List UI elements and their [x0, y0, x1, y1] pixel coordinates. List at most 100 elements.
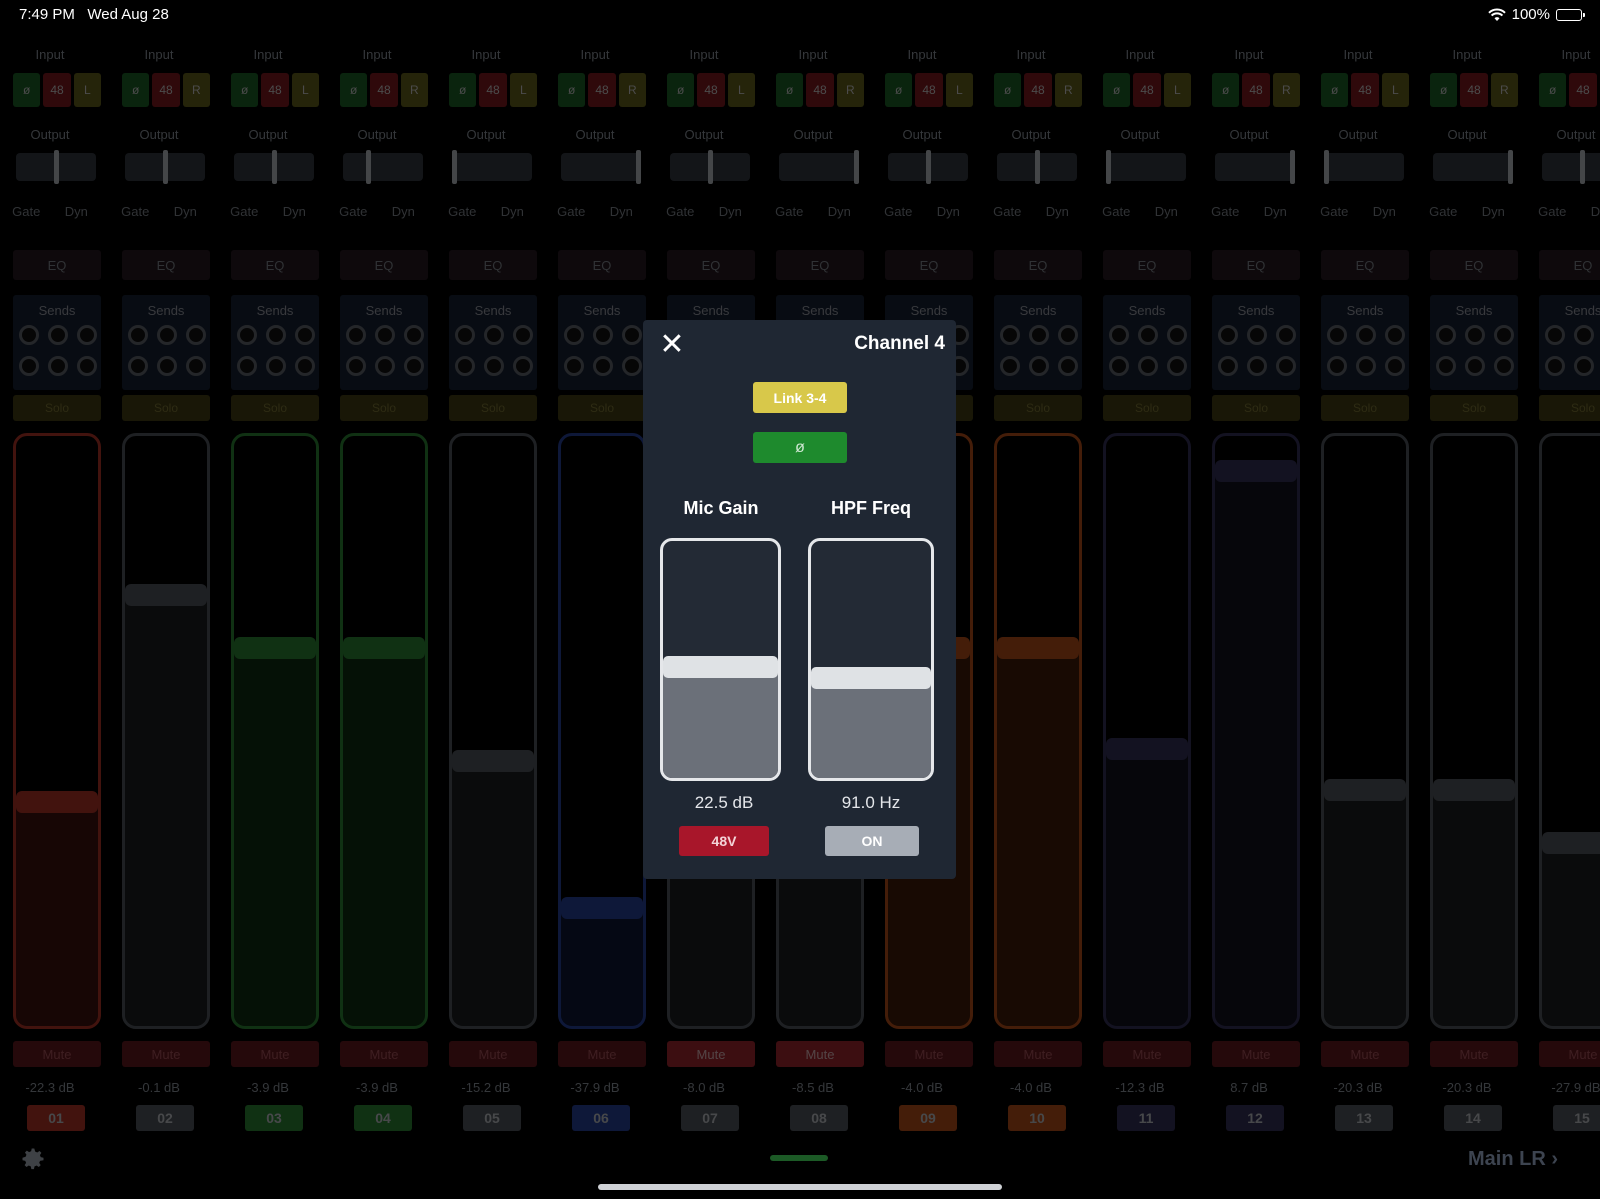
send-knob[interactable] [1327, 325, 1347, 345]
send-knob[interactable] [1167, 325, 1187, 345]
send-knob[interactable] [295, 325, 315, 345]
send-knob[interactable] [455, 325, 475, 345]
dyn-button[interactable]: Dyn [174, 204, 197, 219]
gate-button[interactable]: Gate [1102, 204, 1130, 219]
send-knob[interactable] [266, 325, 286, 345]
link-side-button[interactable]: L [727, 73, 755, 107]
channel-fader[interactable] [558, 433, 646, 1029]
link-side-button[interactable]: R [182, 73, 210, 107]
link-side-button[interactable]: L [1381, 73, 1409, 107]
phantom-button[interactable]: 48 [1460, 73, 1488, 107]
send-knob[interactable] [622, 325, 642, 345]
pan-slider[interactable] [779, 150, 859, 184]
pan-slider[interactable] [1433, 150, 1513, 184]
send-knob[interactable] [1138, 356, 1158, 376]
send-knob[interactable] [1109, 325, 1129, 345]
pan-thumb[interactable] [452, 150, 457, 184]
send-knob[interactable] [1167, 356, 1187, 376]
mic-gain-thumb[interactable] [663, 655, 778, 678]
mute-button[interactable]: Mute [1539, 1041, 1600, 1067]
send-knob[interactable] [19, 325, 39, 345]
send-knob[interactable] [19, 356, 39, 376]
pan-slider[interactable] [561, 150, 641, 184]
send-knob[interactable] [1276, 356, 1296, 376]
send-knob[interactable] [346, 356, 366, 376]
channel-number[interactable]: 09 [899, 1105, 957, 1131]
dyn-button[interactable]: Dyn [937, 204, 960, 219]
phase-button[interactable]: ø [1103, 73, 1131, 107]
fader-thumb[interactable] [561, 897, 643, 919]
pan-thumb[interactable] [636, 150, 641, 184]
eq-button[interactable]: EQ [558, 250, 646, 280]
hpf-freq-fader[interactable] [808, 538, 934, 781]
mute-button[interactable]: Mute [231, 1041, 319, 1067]
send-knob[interactable] [1385, 325, 1405, 345]
send-knob[interactable] [128, 325, 148, 345]
phase-button[interactable]: ø [231, 73, 259, 107]
phantom-button[interactable]: 48 [152, 73, 180, 107]
channel-number[interactable]: 12 [1226, 1105, 1284, 1131]
dyn-button[interactable]: Dyn [65, 204, 88, 219]
dyn-button[interactable]: Dyn [1046, 204, 1069, 219]
mute-button[interactable]: Mute [667, 1041, 755, 1067]
pan-slider[interactable] [1215, 150, 1295, 184]
phase-button[interactable]: ø [122, 73, 150, 107]
pan-thumb[interactable] [1290, 150, 1295, 184]
channel-number[interactable]: 02 [136, 1105, 194, 1131]
phase-button[interactable]: ø [1212, 73, 1240, 107]
send-knob[interactable] [1436, 325, 1456, 345]
send-knob[interactable] [1327, 356, 1347, 376]
eq-button[interactable]: EQ [1212, 250, 1300, 280]
channel-fader[interactable] [1212, 433, 1300, 1029]
solo-button[interactable]: Solo [1430, 395, 1518, 421]
phantom-button[interactable]: 48 [588, 73, 616, 107]
dyn-button[interactable]: Dyn [1591, 204, 1600, 219]
mute-button[interactable]: Mute [1212, 1041, 1300, 1067]
channel-fader[interactable] [340, 433, 428, 1029]
phantom-button[interactable]: 48 [43, 73, 71, 107]
pan-slider[interactable] [1106, 150, 1186, 184]
pan-thumb[interactable] [53, 150, 59, 184]
phase-button[interactable]: ø [885, 73, 913, 107]
channel-fader[interactable] [1103, 433, 1191, 1029]
pan-thumb[interactable] [162, 150, 168, 184]
send-knob[interactable] [77, 356, 97, 376]
send-knob[interactable] [48, 325, 68, 345]
solo-button[interactable]: Solo [231, 395, 319, 421]
phase-button[interactable]: ø [1430, 73, 1458, 107]
eq-button[interactable]: EQ [776, 250, 864, 280]
solo-button[interactable]: Solo [1539, 395, 1600, 421]
send-knob[interactable] [1385, 356, 1405, 376]
dyn-button[interactable]: Dyn [1373, 204, 1396, 219]
solo-button[interactable]: Solo [340, 395, 428, 421]
send-knob[interactable] [346, 325, 366, 345]
eq-button[interactable]: EQ [1103, 250, 1191, 280]
channel-number[interactable]: 08 [790, 1105, 848, 1131]
gate-button[interactable]: Gate [448, 204, 476, 219]
send-knob[interactable] [1029, 356, 1049, 376]
eq-button[interactable]: EQ [994, 250, 1082, 280]
hpf-freq-thumb[interactable] [811, 667, 931, 690]
fader-thumb[interactable] [1433, 779, 1515, 801]
send-knob[interactable] [186, 325, 206, 345]
pan-thumb[interactable] [925, 150, 931, 184]
phantom-button[interactable]: 48 [370, 73, 398, 107]
fader-thumb[interactable] [343, 637, 425, 660]
link-side-button[interactable]: L [73, 73, 101, 107]
send-knob[interactable] [1545, 325, 1565, 345]
send-knob[interactable] [237, 325, 257, 345]
dyn-button[interactable]: Dyn [1482, 204, 1505, 219]
eq-button[interactable]: EQ [122, 250, 210, 280]
mute-button[interactable]: Mute [1430, 1041, 1518, 1067]
channel-number[interactable]: 06 [572, 1105, 630, 1131]
channel-fader[interactable] [1430, 433, 1518, 1029]
channel-number[interactable]: 13 [1335, 1105, 1393, 1131]
send-knob[interactable] [1574, 325, 1594, 345]
eq-button[interactable]: EQ [1539, 250, 1600, 280]
solo-button[interactable]: Solo [1321, 395, 1409, 421]
pan-slider[interactable] [234, 150, 314, 184]
mute-button[interactable]: Mute [122, 1041, 210, 1067]
fader-thumb[interactable] [1324, 779, 1406, 801]
send-knob[interactable] [1058, 325, 1078, 345]
phantom-button[interactable]: 48 [1242, 73, 1270, 107]
